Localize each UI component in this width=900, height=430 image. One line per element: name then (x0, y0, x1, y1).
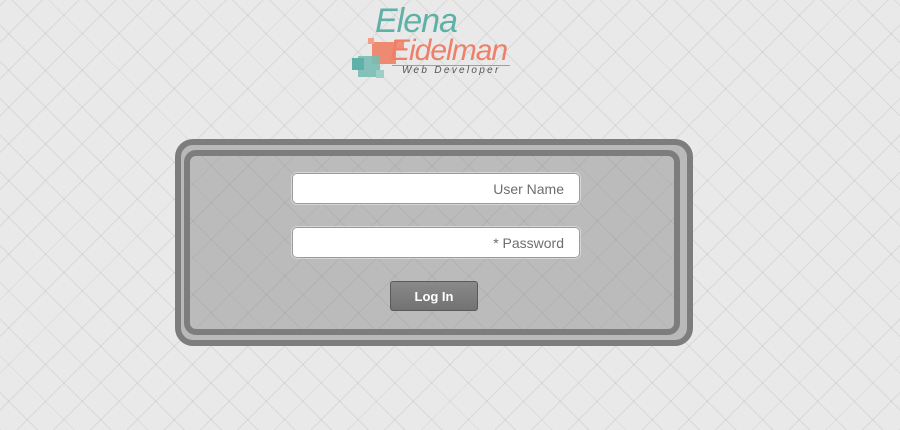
username-input[interactable] (292, 173, 580, 204)
logo-tagline: Web Developer (402, 65, 501, 76)
password-input[interactable] (292, 227, 580, 258)
logo-square-teal-small (376, 70, 384, 78)
logo-first-name: Elena (375, 2, 458, 40)
site-logo: Elena Eidelman Web Developer (350, 2, 520, 82)
login-button[interactable]: Log In (390, 281, 478, 311)
logo-square-coral-tiny (368, 38, 374, 44)
logo-last-name: Eidelman (390, 34, 508, 67)
logo-square-teal-medium (352, 58, 364, 70)
